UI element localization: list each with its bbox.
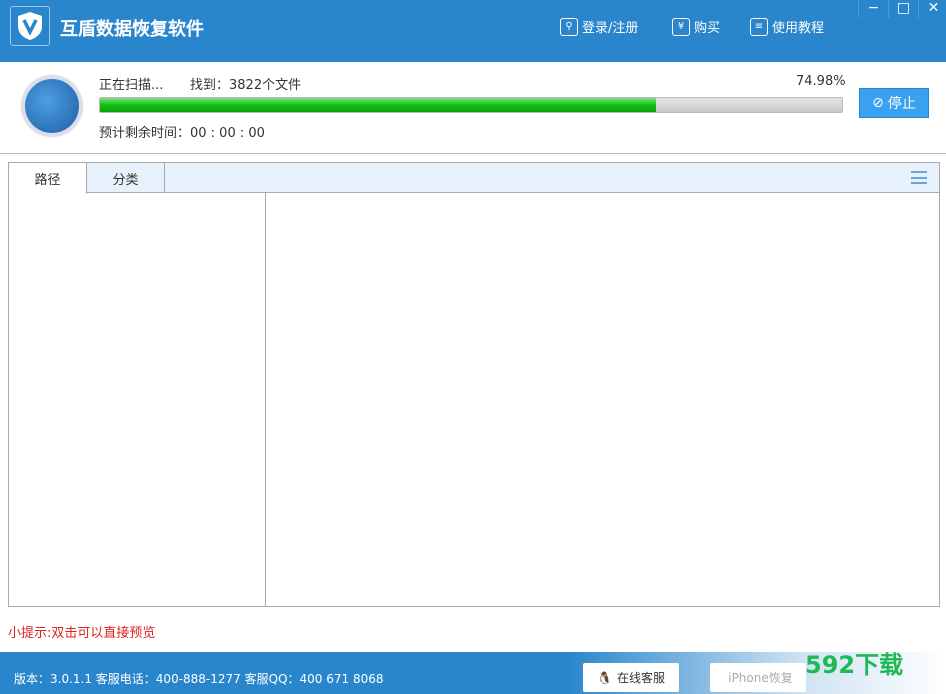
app-logo-icon: [10, 6, 50, 46]
version-info: 版本：3.0.1.1 客服电话：400-888-1277 客服QQ：400 67…: [14, 672, 384, 686]
progress-bar: [99, 97, 843, 113]
yen-icon: ¥: [672, 17, 690, 36]
progress-percent: 74.98%: [796, 74, 846, 89]
watermark: 592下载: [805, 651, 904, 679]
online-service-label: 在线客服: [616, 671, 665, 685]
tutorial-button[interactable]: ≡ 使用教程: [750, 17, 824, 36]
title-bar: 互盾数据恢复软件 ⚲ 登录/注册 ¥ 购买 ≡ 使用教程 − □ ✕: [0, 0, 946, 62]
stop-icon: ⊘: [872, 95, 884, 111]
progress-fill: [100, 98, 657, 112]
maximize-button[interactable]: □: [888, 0, 918, 18]
radar-icon: [22, 76, 82, 136]
results-panel: 路径 分类: [8, 162, 940, 607]
tab-category[interactable]: 分类: [87, 163, 165, 193]
key-icon: ⚲: [560, 17, 578, 36]
tip-text: 小提示:双击可以直接预览: [8, 626, 156, 641]
login-button[interactable]: ⚲ 登录/注册: [560, 17, 638, 36]
remaining-time: 预计剩余时间：00 : 00 : 00: [99, 126, 265, 141]
login-label: 登录/注册: [582, 21, 639, 36]
tutorial-label: 使用教程: [772, 21, 825, 36]
scan-status: 正在扫描...: [99, 78, 164, 93]
book-icon: ≡: [750, 17, 768, 36]
stop-button[interactable]: ⊘ 停止: [859, 88, 929, 118]
stop-label: 停止: [887, 96, 916, 112]
close-button[interactable]: ✕: [918, 0, 946, 18]
files-found: 找到：3822个文件: [190, 78, 302, 93]
buy-button[interactable]: ¥ 购买: [672, 17, 720, 36]
iphone-recovery-label: iPhone恢复: [728, 671, 793, 685]
scan-status-panel: 正在扫描... 找到：3822个文件 74.98% 预计剩余时间：00 : 00…: [0, 62, 946, 154]
iphone-recovery-button[interactable]: iPhone恢复: [710, 663, 806, 692]
tab-bar: 路径 分类: [9, 163, 939, 194]
minimize-button[interactable]: −: [858, 0, 888, 18]
menu-icon[interactable]: [911, 171, 927, 184]
buy-label: 购买: [694, 21, 721, 36]
app-title: 互盾数据恢复软件: [60, 19, 204, 40]
qq-icon: 🐧: [597, 670, 612, 685]
folder-tree[interactable]: [9, 193, 266, 606]
online-service-button[interactable]: 🐧 在线客服: [583, 663, 679, 692]
tab-path[interactable]: 路径: [9, 163, 87, 194]
